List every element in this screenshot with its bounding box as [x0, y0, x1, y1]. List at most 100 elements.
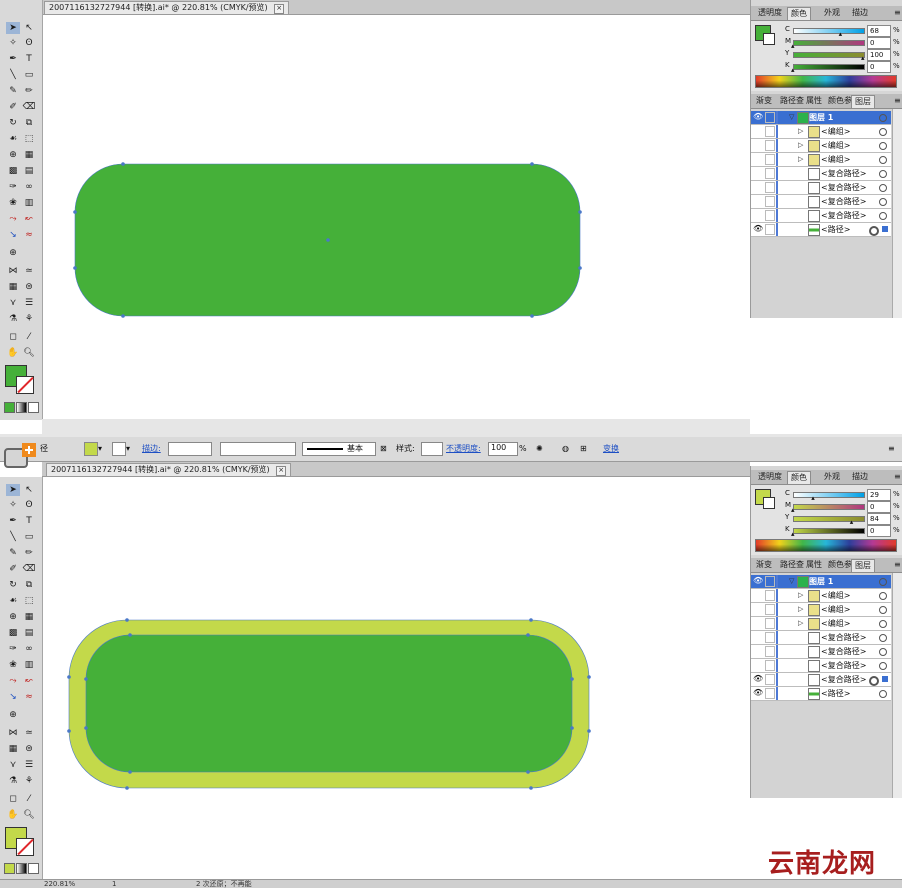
- symbol-sprayer-icon[interactable]: ❀: [6, 197, 20, 209]
- line-tool-icon[interactable]: ╲: [6, 531, 20, 543]
- blob-brush-icon[interactable]: ✐: [6, 101, 20, 113]
- scissors-icon[interactable]: ≃: [22, 265, 36, 277]
- anchor-point[interactable]: [570, 677, 574, 681]
- lock-toggle[interactable]: [765, 154, 775, 165]
- channel-value-field[interactable]: 0: [867, 61, 891, 73]
- brush-options-icon[interactable]: ⊠: [380, 443, 387, 455]
- align-options-icon[interactable]: ⊞: [580, 443, 587, 455]
- layer-row[interactable]: ▷ <编组>: [751, 153, 891, 167]
- direct-selection-tool-icon[interactable]: ↖: [22, 484, 36, 496]
- channel-value-field[interactable]: 0: [867, 501, 891, 513]
- hand-tool-icon[interactable]: ✋: [6, 347, 20, 359]
- expand-arrow-icon[interactable]: ▷: [798, 617, 803, 630]
- magic-wand-icon[interactable]: ✧: [6, 37, 20, 49]
- anchor-point[interactable]: [84, 677, 88, 681]
- gradient-tool-icon[interactable]: ▤: [22, 165, 36, 177]
- color-mode-icon[interactable]: [4, 402, 15, 413]
- magic-wand-icon[interactable]: ✧: [6, 499, 20, 511]
- mesh-tool-icon[interactable]: ▩: [6, 165, 20, 177]
- slider-knob-icon[interactable]: ▴: [791, 66, 795, 74]
- symbol-shifter-icon[interactable]: ⊜: [22, 743, 36, 755]
- slice-select-icon[interactable]: ⁄: [22, 793, 36, 805]
- layer-row[interactable]: <复合路径>: [751, 209, 891, 223]
- layer-row[interactable]: <复合路径>: [751, 195, 891, 209]
- visibility-eye-icon[interactable]: [753, 604, 763, 614]
- pencil-tool-icon[interactable]: ✏: [22, 85, 36, 97]
- lock-toggle[interactable]: [765, 168, 775, 179]
- anchor-point[interactable]: [121, 162, 125, 166]
- visibility-eye-icon[interactable]: 👁︎: [753, 112, 763, 122]
- anchor-point[interactable]: [73, 210, 77, 214]
- hand-tool-icon[interactable]: ✋: [6, 809, 20, 821]
- type-tool-icon[interactable]: T: [22, 515, 36, 527]
- slider-knob-icon[interactable]: ▴: [861, 54, 865, 62]
- graphic-style-icon[interactable]: ◍: [562, 443, 569, 455]
- visibility-eye-icon[interactable]: [753, 618, 763, 628]
- document-tab[interactable]: 2007116132727944 [转换].ai* @ 220.81% (CMY…: [44, 1, 290, 14]
- layer-row[interactable]: 👁︎ ▽ 图层 1: [751, 111, 891, 125]
- layer-row[interactable]: 👁︎ <复合路径>: [751, 673, 891, 687]
- anchor-point[interactable]: [125, 786, 129, 790]
- width-tool-icon[interactable]: ⤳: [6, 213, 20, 225]
- color-spectrum[interactable]: [755, 75, 897, 88]
- live-paint-icon[interactable]: ⚗: [6, 313, 20, 325]
- anchor-point[interactable]: [530, 314, 534, 318]
- visibility-eye-icon[interactable]: [753, 210, 763, 220]
- target-circle-icon[interactable]: [869, 676, 879, 686]
- panel-tab[interactable]: 颜色: [787, 7, 811, 20]
- artboard-canvas[interactable]: [42, 14, 750, 420]
- panel-tab[interactable]: 外观: [821, 7, 843, 19]
- scale-tool-icon[interactable]: ⧉: [22, 117, 36, 129]
- target-circle-icon[interactable]: [879, 690, 887, 698]
- pencil-tool-icon[interactable]: ✏: [22, 547, 36, 559]
- panel-tab[interactable]: 属性: [803, 559, 825, 571]
- rotate-tool-icon[interactable]: ↻: [6, 117, 20, 129]
- channel-slider[interactable]: [793, 492, 865, 498]
- convert-anchor-icon[interactable]: ≈: [22, 229, 36, 241]
- close-icon[interactable]: ×: [274, 4, 285, 14]
- column-graph-icon[interactable]: ▥: [22, 197, 36, 209]
- channel-slider[interactable]: [793, 40, 865, 46]
- gradient-mode-icon[interactable]: [16, 402, 27, 413]
- eraser-tool-icon[interactable]: ⌫: [22, 563, 36, 575]
- stroke-link[interactable]: 描边:: [142, 443, 161, 455]
- slice-tool-icon[interactable]: ⋈: [6, 265, 20, 277]
- symbol-sprayer-icon[interactable]: ❀: [6, 659, 20, 671]
- lock-toggle[interactable]: [765, 674, 775, 685]
- layer-row[interactable]: 👁︎ <路径>: [751, 223, 891, 237]
- visibility-eye-icon[interactable]: [753, 140, 763, 150]
- visibility-eye-icon[interactable]: [753, 182, 763, 192]
- channel-slider[interactable]: [793, 528, 865, 534]
- selection-indicator[interactable]: [882, 676, 888, 682]
- lock-toggle[interactable]: [765, 604, 775, 615]
- panel-tab[interactable]: 图层: [851, 559, 875, 572]
- layer-row[interactable]: <复合路径>: [751, 631, 891, 645]
- opacity-link[interactable]: 不透明度:: [446, 443, 481, 455]
- none-mode-icon[interactable]: [28, 402, 39, 413]
- eyedropper-icon[interactable]: ✑: [6, 643, 20, 655]
- target-circle-icon[interactable]: [879, 156, 887, 164]
- layer-row[interactable]: ▷ <编组>: [751, 589, 891, 603]
- lock-toggle[interactable]: [765, 196, 775, 207]
- channel-slider[interactable]: [793, 52, 865, 58]
- target-circle-icon[interactable]: [879, 142, 887, 150]
- lock-toggle[interactable]: [765, 210, 775, 221]
- perspective-grid-icon[interactable]: ▦: [22, 611, 36, 623]
- channel-value-field[interactable]: 84: [867, 513, 891, 525]
- lock-toggle[interactable]: [765, 576, 775, 587]
- opacity-field[interactable]: 100: [488, 442, 518, 456]
- document-tab[interactable]: 2007116132727944 [转换].ai* @ 220.81% (CMY…: [46, 463, 292, 476]
- lock-toggle[interactable]: [765, 618, 775, 629]
- align-icon[interactable]: ☰: [22, 297, 36, 309]
- stroke-swatch[interactable]: [16, 376, 34, 394]
- layer-row[interactable]: <复合路径>: [751, 181, 891, 195]
- lock-toggle[interactable]: [765, 126, 775, 137]
- target-circle-icon[interactable]: [879, 128, 887, 136]
- warp-tool-icon[interactable]: ☙: [6, 595, 20, 607]
- stroke-color-swatch[interactable]: [763, 497, 775, 509]
- panel-menu-icon[interactable]: ≡: [891, 471, 902, 483]
- mesh-tool-icon[interactable]: ▩: [6, 627, 20, 639]
- panel-tab[interactable]: 透明度: [755, 7, 785, 19]
- gradient-tool-icon[interactable]: ▤: [22, 627, 36, 639]
- selection-indicator[interactable]: [882, 226, 888, 232]
